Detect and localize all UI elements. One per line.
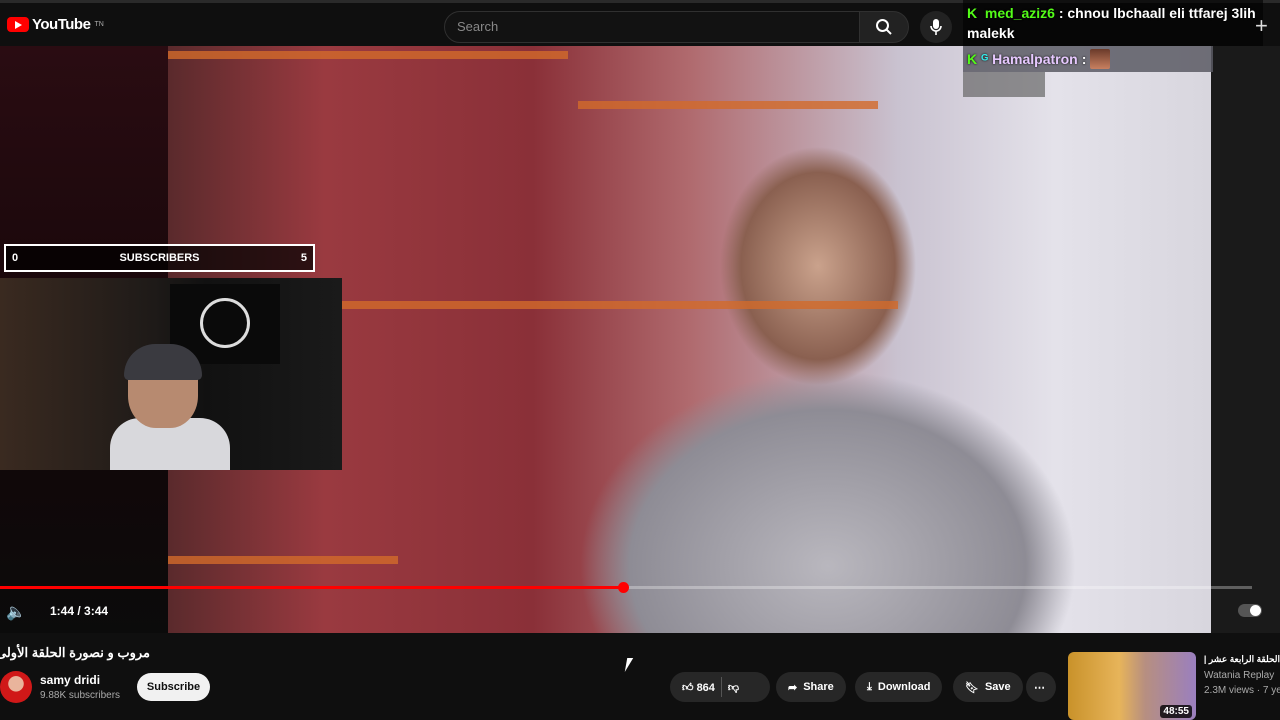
kick-badge-icon: K (967, 5, 978, 21)
search-input[interactable]: Search (444, 11, 860, 43)
skull-flag-icon (200, 298, 250, 348)
save-button[interactable]: 🔖︎ Save (953, 672, 1023, 702)
subscriber-count: 9.88K subscribers (40, 690, 121, 701)
video-right-area (1211, 46, 1280, 633)
autoplay-toggle[interactable] (1238, 604, 1262, 617)
create-plus-icon[interactable]: + (1255, 13, 1268, 39)
kick-badge-icon: K (967, 51, 978, 67)
emote-icon (1090, 49, 1111, 69)
recommended-thumbnail[interactable]: 48:55 (1068, 652, 1196, 720)
volume-icon[interactable]: 🔈 (6, 602, 26, 622)
chat-overlay: K med_aziz6 : chnou lbchaall eli ttfarej… (963, 0, 1263, 97)
mouse-cursor (624, 658, 634, 672)
share-button[interactable]: ➦ Share (776, 672, 846, 702)
bookmark-icon: 🔖︎ (965, 681, 979, 694)
dislike-button[interactable]: 👎︎ (728, 681, 739, 694)
download-button[interactable]: ⤓ Download (855, 672, 943, 702)
recommended-channel[interactable]: Watania Replay (1204, 670, 1274, 681)
youtube-play-icon (7, 17, 29, 32)
share-icon: ➦ (788, 681, 798, 694)
like-button[interactable]: 👍︎ 864 (682, 681, 715, 694)
chat-message: Kᴳ Hamalpatron: (963, 46, 1213, 72)
gift-badge-icon: ᴳ (981, 51, 989, 67)
recommended-views: 2.3M views · 7 years ago (1204, 685, 1280, 696)
search-icon (876, 19, 892, 35)
download-icon: ⤓ (867, 680, 872, 693)
channel-avatar[interactable] (0, 671, 32, 703)
webcam-overlay (0, 278, 342, 470)
video-title: مروب و نصورة الحلقة الأولى (0, 645, 150, 660)
voice-search-button[interactable] (920, 11, 952, 43)
channel-name[interactable]: samy dridi (40, 673, 100, 687)
recommended-title[interactable]: الحلقة الرابعة عشر | م (1204, 654, 1280, 665)
progress-bar[interactable] (0, 582, 1252, 593)
chat-message: K med_aziz6 : chnou lbchaall eli ttfarej… (963, 0, 1263, 46)
progress-fill (0, 586, 624, 589)
microphone-icon (930, 19, 942, 35)
more-actions-button[interactable]: ⋯ (1026, 672, 1056, 702)
like-dislike-group: 👍︎ 864 👎︎ (670, 672, 770, 702)
search-button[interactable] (859, 11, 909, 43)
video-player[interactable]: 0 SUBSCRIBERS 5 🔈 1:44 / 3:44 (0, 46, 1280, 633)
subscribe-button[interactable]: Subscribe (137, 673, 210, 701)
youtube-logo[interactable]: YouTube TN (7, 16, 104, 33)
subscriber-counter-overlay: 0 SUBSCRIBERS 5 (4, 244, 315, 272)
time-display: 1:44 / 3:44 (50, 604, 109, 618)
